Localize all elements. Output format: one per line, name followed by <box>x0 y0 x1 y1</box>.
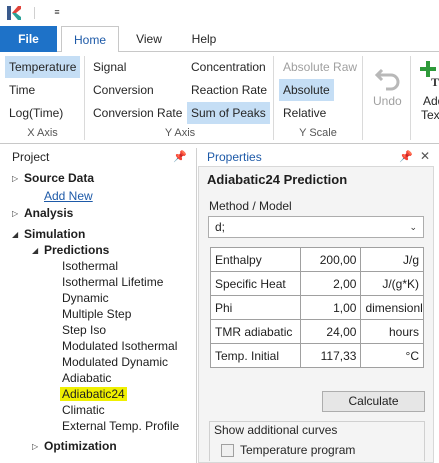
tab-file[interactable]: File <box>0 26 57 52</box>
param-name: Temp. Initial <box>209 343 302 368</box>
y-scale-absolute-raw-button[interactable]: Absolute Raw <box>279 56 361 78</box>
param-unit: J/(g*K) <box>360 271 424 296</box>
tree-item-modulated-isothermal[interactable]: Modulated Isothermal <box>62 339 177 353</box>
y-axis-concentration-button[interactable]: Concentration <box>187 56 270 78</box>
properties-panel: Properties 📌 ✕ Adiabatic24 Prediction Me… <box>198 148 439 463</box>
pin-icon[interactable]: 📌 <box>399 150 413 163</box>
param-name: TMR adiabatic <box>209 319 302 344</box>
ribbon-tabs: File Home View Help <box>0 26 439 53</box>
param-unit: °C <box>360 343 424 368</box>
x-axis-logtime-button[interactable]: Log(Time) <box>5 102 67 124</box>
table-row: Temp. Initial 117,33 °C <box>209 343 424 368</box>
additional-curves-title: Show additional curves <box>211 423 341 437</box>
title-bar: ≡ <box>0 0 439 26</box>
tree-item-climatic[interactable]: Climatic <box>62 403 105 417</box>
param-name: Enthalpy <box>209 247 302 272</box>
properties-body: Adiabatic24 Prediction Method / Model d;… <box>198 166 434 463</box>
temperature-program-checkbox[interactable] <box>221 444 234 457</box>
param-unit: J/g <box>360 247 424 272</box>
param-value-input[interactable]: 200,00 <box>300 247 362 272</box>
ribbon-separator <box>273 56 274 140</box>
param-name: Phi <box>209 295 302 320</box>
ribbon-separator <box>84 56 85 140</box>
ribbon-separator <box>410 56 411 140</box>
param-value-input[interactable]: 117,33 <box>300 343 362 368</box>
quick-access-dropdown-icon[interactable]: ≡ <box>52 6 62 18</box>
tree-item-isothermal[interactable]: Isothermal <box>62 259 118 273</box>
tab-help[interactable]: Help <box>180 26 228 52</box>
tree-item-optimization[interactable]: Optimization <box>44 439 117 453</box>
add-text-button-label[interactable]: Add <box>423 94 439 108</box>
tree-item-simulation[interactable]: Simulation <box>24 227 85 241</box>
project-panel-title: Project <box>12 150 50 164</box>
y-axis-group-label: Y Axis <box>164 127 196 139</box>
table-row: TMR adiabatic 24,00 hours <box>209 319 424 344</box>
add-text-icon[interactable]: T <box>418 60 439 88</box>
collapse-triangle-icon[interactable]: ◢ <box>32 246 38 255</box>
tree-item-source-data[interactable]: Source Data <box>24 171 94 185</box>
prediction-title: Adiabatic24 Prediction <box>207 172 348 187</box>
table-row: Specific Heat 2,00 J/(g*K) <box>209 271 424 296</box>
selected-item-label[interactable]: Adiabatic24 <box>60 387 127 401</box>
tab-home[interactable]: Home <box>61 26 119 53</box>
y-scale-relative-button[interactable]: Relative <box>279 102 330 124</box>
tree-item-external-temp-profile[interactable]: External Temp. Profile <box>62 419 179 433</box>
y-scale-absolute-button[interactable]: Absolute <box>279 79 334 101</box>
param-value-input[interactable]: 2,00 <box>300 271 362 296</box>
undo-button-label[interactable]: Undo <box>373 94 402 108</box>
y-scale-group-label: Y Scale <box>299 127 337 139</box>
panel-splitter[interactable] <box>196 148 197 463</box>
svg-text:T: T <box>431 75 439 88</box>
quick-access-separator <box>34 7 35 19</box>
tree-item-isothermal-lifetime[interactable]: Isothermal Lifetime <box>62 275 163 289</box>
calculate-button[interactable]: Calculate <box>322 391 425 412</box>
param-unit: hours <box>360 319 424 344</box>
table-row: Phi 1,00 dimensionl <box>209 295 424 320</box>
properties-panel-title: Properties <box>207 150 262 164</box>
add-new-link[interactable]: Add New <box>44 189 93 203</box>
collapse-triangle-icon[interactable]: ◢ <box>12 230 18 239</box>
param-unit: dimensionl <box>360 295 424 320</box>
y-axis-signal-button[interactable]: Signal <box>89 56 130 78</box>
tree-item-modulated-dynamic[interactable]: Modulated Dynamic <box>62 355 168 369</box>
table-row: Enthalpy 200,00 J/g <box>209 247 424 272</box>
x-axis-time-button[interactable]: Time <box>5 79 39 101</box>
tree-item-predictions[interactable]: Predictions <box>44 243 109 257</box>
y-axis-conversion-button[interactable]: Conversion <box>89 79 158 101</box>
tree-item-dynamic[interactable]: Dynamic <box>62 291 109 305</box>
y-axis-sum-of-peaks-button[interactable]: Sum of Peaks <box>187 102 270 124</box>
tree-item-adiabatic[interactable]: Adiabatic <box>62 371 111 385</box>
chevron-down-icon[interactable]: ⌄ <box>409 217 417 237</box>
tree-item-step-iso[interactable]: Step Iso <box>62 323 106 337</box>
tree-item-analysis[interactable]: Analysis <box>24 206 73 220</box>
method-model-select[interactable]: d; ⌄ <box>208 216 424 238</box>
y-axis-reaction-rate-button[interactable]: Reaction Rate <box>187 79 271 101</box>
tree-item-adiabatic24-selected[interactable]: Adiabatic24 <box>60 387 127 401</box>
ribbon: Temperature Time Log(Time) X Axis Signal… <box>0 52 439 144</box>
close-icon[interactable]: ✕ <box>420 149 430 163</box>
project-panel: Project 📌 ▷ Source Data Add New ▷ Analys… <box>0 148 196 463</box>
parameter-table: Enthalpy 200,00 J/g Specific Heat 2,00 J… <box>209 247 424 368</box>
ribbon-separator <box>362 56 363 140</box>
param-name: Specific Heat <box>209 271 302 296</box>
param-value-input[interactable]: 24,00 <box>300 319 362 344</box>
method-model-value: d; <box>215 220 226 234</box>
param-value-input[interactable]: 1,00 <box>300 295 362 320</box>
app-logo-icon <box>7 6 21 20</box>
x-axis-group-label: X Axis <box>27 127 58 139</box>
x-axis-temperature-button[interactable]: Temperature <box>5 56 81 78</box>
temperature-program-label[interactable]: Temperature program <box>240 443 355 457</box>
tab-view[interactable]: View <box>127 26 171 52</box>
expand-triangle-icon[interactable]: ▷ <box>12 209 18 218</box>
add-text-button-label-line2[interactable]: Tex <box>421 108 439 122</box>
pin-icon[interactable]: 📌 <box>173 150 187 163</box>
method-model-label: Method / Model <box>209 199 292 213</box>
expand-triangle-icon[interactable]: ▷ <box>12 174 18 183</box>
y-axis-conversion-rate-button[interactable]: Conversion Rate <box>89 102 186 124</box>
undo-icon[interactable] <box>372 60 404 92</box>
tree-item-multiple-step[interactable]: Multiple Step <box>62 307 131 321</box>
expand-triangle-icon[interactable]: ▷ <box>32 442 38 451</box>
